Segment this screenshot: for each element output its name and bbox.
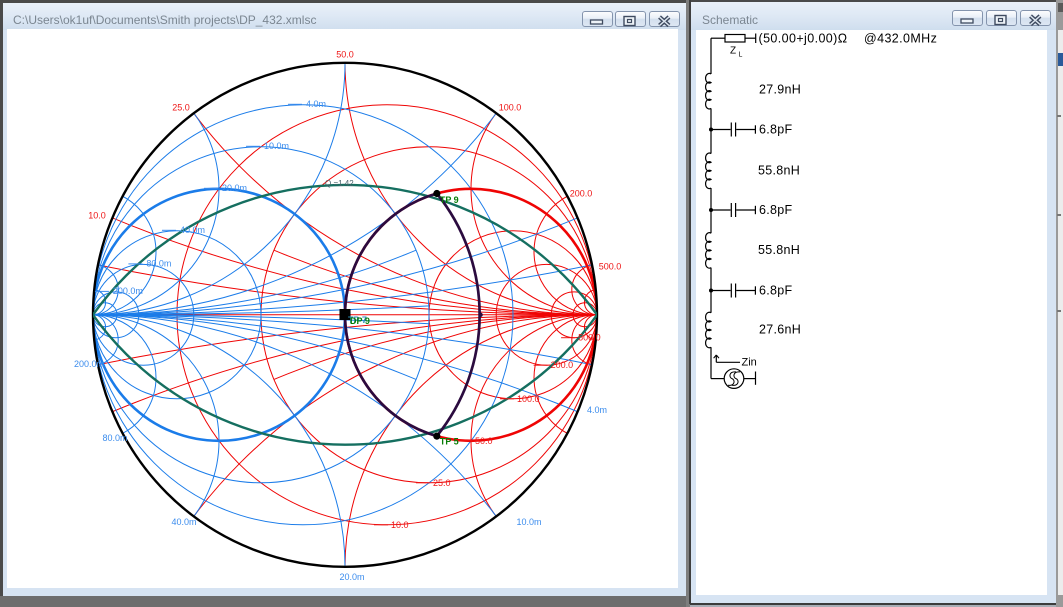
svg-text:@432.0MHz: @432.0MHz bbox=[864, 32, 937, 46]
svg-text:80.0m: 80.0m bbox=[102, 433, 127, 443]
svg-text:50.0: 50.0 bbox=[475, 436, 493, 446]
svg-text:27.9nH: 27.9nH bbox=[759, 83, 801, 97]
svg-text:6.8pF: 6.8pF bbox=[759, 284, 793, 298]
svg-text:(50.00+j0.00)Ω: (50.00+j0.00)Ω bbox=[759, 32, 848, 46]
svg-text:27.6nH: 27.6nH bbox=[759, 323, 801, 337]
svg-text:6.8pF: 6.8pF bbox=[759, 203, 793, 217]
svg-text:10.0m: 10.0m bbox=[264, 141, 289, 151]
svg-text:100.0: 100.0 bbox=[499, 103, 522, 113]
svg-text:Zin: Zin bbox=[742, 357, 757, 369]
svg-text:10.0: 10.0 bbox=[391, 520, 409, 530]
svg-text:80.0m: 80.0m bbox=[146, 258, 171, 268]
svg-text:20.0m: 20.0m bbox=[222, 183, 247, 193]
svg-text:200.0: 200.0 bbox=[551, 360, 574, 370]
svg-text:DP 9: DP 9 bbox=[350, 316, 370, 326]
svg-text:4.0m: 4.0m bbox=[306, 99, 326, 109]
svg-text:Z: Z bbox=[730, 46, 736, 57]
svg-text:40.0m: 40.0m bbox=[180, 225, 205, 235]
svg-text:50.0: 50.0 bbox=[336, 50, 354, 60]
svg-text:20.0m: 20.0m bbox=[339, 572, 364, 582]
svg-text:10.0m: 10.0m bbox=[516, 517, 541, 527]
svg-text:10.0: 10.0 bbox=[88, 211, 106, 221]
svg-text:4.0m: 4.0m bbox=[587, 405, 607, 415]
svg-text:Q =1.42: Q =1.42 bbox=[325, 179, 354, 188]
svg-text:L: L bbox=[739, 52, 743, 59]
svg-text:100.0: 100.0 bbox=[517, 394, 540, 404]
svg-text:500.0: 500.0 bbox=[578, 333, 601, 343]
svg-text:55.8nH: 55.8nH bbox=[758, 164, 800, 178]
svg-text:25.0: 25.0 bbox=[433, 478, 451, 488]
svg-text:40.0m: 40.0m bbox=[171, 517, 196, 527]
svg-text:55.8nH: 55.8nH bbox=[758, 243, 800, 257]
svg-text:6.8pF: 6.8pF bbox=[759, 123, 793, 137]
svg-text:200.0m: 200.0m bbox=[113, 286, 143, 296]
svg-text:200.0m: 200.0m bbox=[74, 359, 104, 369]
svg-text:500.0: 500.0 bbox=[599, 262, 622, 272]
svg-text:25.0: 25.0 bbox=[172, 103, 190, 113]
svg-text:200.0: 200.0 bbox=[570, 189, 593, 199]
svg-text:TP 5: TP 5 bbox=[440, 436, 459, 446]
svg-text:TP 9: TP 9 bbox=[440, 195, 459, 205]
